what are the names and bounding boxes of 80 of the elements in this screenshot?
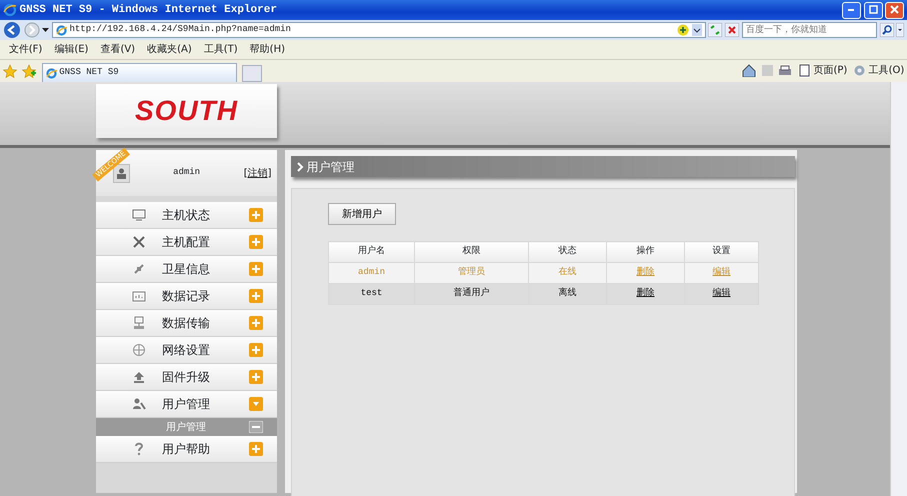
add-favorite-icon[interactable] <box>22 64 36 78</box>
sidebar-item[interactable]: 固件升级 <box>96 364 277 391</box>
back-icon[interactable] <box>2 21 21 39</box>
close-button[interactable] <box>885 2 904 18</box>
address-field[interactable]: http://192.168.4.24/S9Main.php?name=admin <box>52 22 706 38</box>
expand-icon[interactable] <box>249 442 263 456</box>
search-field[interactable]: 百度一下，你就知道 <box>742 22 877 38</box>
add-user-button[interactable]: 新增用户 <box>328 203 396 225</box>
favorites-star-icon[interactable] <box>2 64 17 78</box>
column-header: 设置 <box>684 242 758 262</box>
expand-icon[interactable] <box>249 208 263 222</box>
minimize-icon <box>848 8 854 11</box>
chevron-icon <box>296 162 304 172</box>
sidebar-item[interactable]: 用户帮助 <box>96 436 277 463</box>
column-header: 操作 <box>606 242 684 262</box>
search-icon[interactable] <box>880 23 894 37</box>
column-header: 用户名 <box>328 242 414 262</box>
scrollbar[interactable] <box>890 82 907 496</box>
dropdown-icon[interactable] <box>692 24 702 36</box>
menu-item[interactable]: 文件(F) <box>2 42 48 57</box>
browser-icon <box>2 3 17 17</box>
logout-link[interactable]: [注销] <box>244 166 272 180</box>
sidebar-item[interactable]: 数据记录 <box>96 283 277 310</box>
dropdown-icon[interactable] <box>42 28 50 32</box>
column-header: 权限 <box>414 242 528 262</box>
section-header: 用户管理 <box>291 156 795 177</box>
command-button[interactable]: 工具(O) <box>852 63 904 78</box>
sidebar-item[interactable]: 网络设置 <box>96 337 277 364</box>
expand-icon[interactable] <box>249 289 263 303</box>
window-title: GNSS NET S9 - Windows Internet Explorer <box>20 2 278 18</box>
menu-item[interactable]: 帮助(H) <box>244 42 291 57</box>
expand-icon[interactable] <box>249 343 263 357</box>
username: admin <box>172 166 202 180</box>
dropdown-icon[interactable] <box>896 23 904 37</box>
stop-icon[interactable] <box>725 23 739 37</box>
collapse-icon[interactable] <box>249 397 263 411</box>
table-cell: 管理员 <box>414 262 528 284</box>
table-row[interactable]: test 普通用户 离线 删除 编辑 <box>328 284 758 304</box>
sidebar-item[interactable]: 主机配置 <box>96 229 277 256</box>
home-icon[interactable] <box>742 64 756 77</box>
menu-item[interactable]: 查看(V) <box>94 42 142 57</box>
network-icon <box>132 316 146 330</box>
edit-link[interactable]: 编辑 <box>712 288 730 298</box>
sidebar-item[interactable]: 数据传输 <box>96 310 277 337</box>
menu-item[interactable]: 工具(T) <box>198 42 244 57</box>
menu-item[interactable]: 编辑(E) <box>48 42 94 57</box>
table-cell: 离线 <box>528 284 606 304</box>
expand-icon[interactable] <box>249 235 263 249</box>
tools-icon <box>132 235 146 249</box>
monitor-icon <box>132 208 146 222</box>
maximize-button[interactable] <box>864 2 882 18</box>
close-icon <box>890 5 900 14</box>
column-header: 状态 <box>528 242 606 262</box>
sidebar-item[interactable]: 卫星信息 <box>96 256 277 283</box>
new-tab-button[interactable] <box>242 65 262 82</box>
users-icon <box>132 397 146 411</box>
print-icon[interactable] <box>778 64 792 76</box>
upload-icon <box>132 370 146 384</box>
maximize-icon <box>868 5 878 14</box>
globe-icon <box>132 343 146 357</box>
minimize-button[interactable] <box>842 2 861 18</box>
browser-tab[interactable]: GNSS NET S9 <box>42 63 237 82</box>
table-cell: 在线 <box>528 262 606 284</box>
logo: SOUTH <box>135 94 238 128</box>
sidebar-item[interactable]: 主机状态 <box>96 202 277 229</box>
minus-icon <box>249 421 263 433</box>
table-cell: 普通用户 <box>414 284 528 304</box>
expand-icon[interactable] <box>249 316 263 330</box>
delete-link[interactable]: 删除 <box>636 288 654 298</box>
calendar-icon <box>132 289 146 303</box>
command-button[interactable]: 页面(P) <box>798 63 848 78</box>
gear-icon <box>852 64 866 77</box>
help-icon <box>132 442 146 456</box>
sidebar-item[interactable]: 用户管理 <box>96 391 277 418</box>
table-cell: admin <box>328 262 414 284</box>
compatibility-icon[interactable] <box>677 24 689 36</box>
menu-item[interactable]: 收藏夹(A) <box>141 42 198 57</box>
table-cell: test <box>328 284 414 304</box>
expand-icon[interactable] <box>249 370 263 384</box>
expand-icon[interactable] <box>249 262 263 276</box>
